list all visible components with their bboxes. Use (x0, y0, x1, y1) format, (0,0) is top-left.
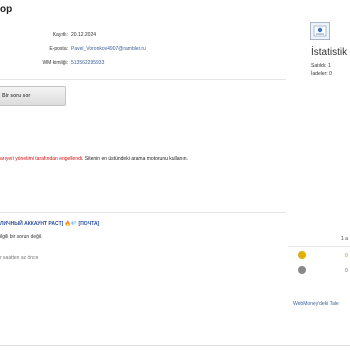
question-text: ilgili bir sorun değil. (0, 234, 43, 240)
divider (0, 212, 286, 213)
page-title: op (0, 4, 13, 15)
wmid-label: WM kimliği: (42, 60, 68, 66)
email-link[interactable]: Pavel_Voronkov4907@rambler.ru (71, 46, 146, 52)
divider (0, 79, 286, 80)
webmoney-link[interactable]: WebMoney'deki Tale (293, 301, 339, 307)
sold-label: Satıldı: (311, 63, 327, 69)
email-row: E-posta: Pavel_Voronkov4907@rambler.ru (0, 46, 146, 52)
registered-value: 20.12.2024 (71, 32, 97, 38)
question-count: 1 a (341, 236, 348, 242)
positive-feedback-count: 0 (345, 253, 348, 259)
wmid-link[interactable]: 513562295933 (71, 60, 104, 66)
refunds-row: İadeler: 0 (311, 71, 332, 77)
question-title-line[interactable]: ЛИЧНЫЙ АККАУНТ PACT] 🔥💎 [ПОЧТА] (0, 221, 99, 227)
refunds-label: İadeler: (311, 71, 328, 77)
question-time: r saatten az önce (0, 255, 39, 261)
email-label: E-posta: (49, 46, 68, 52)
negative-feedback-count: 0 (345, 268, 348, 274)
blocked-notice: arıyeri yönetimi tarafından engellendi. … (0, 156, 188, 162)
notice-red-text: arıyeri yönetimi tarafından engellendi (0, 156, 82, 162)
sold-row: Satıldı: 1 (311, 63, 331, 69)
sold-value: 1 (327, 63, 331, 69)
registered-row: Kayıtlı: 20.12.2024 (0, 32, 96, 38)
statistics-icon (310, 22, 330, 40)
notice-black-text: . Sitenin en üstündeki arama motorunu ku… (82, 156, 188, 162)
registered-label: Kayıtlı: (52, 32, 68, 38)
refunds-value: 0 (329, 71, 332, 77)
statistics-icon-graphic (313, 25, 327, 37)
question-title[interactable]: ЛИЧНЫЙ АККАУНТ PACT] (0, 221, 63, 227)
statistics-title: İstatistik (311, 47, 348, 58)
negative-feedback-icon (298, 266, 306, 274)
ask-question-button[interactable]: Bir soru sor (0, 86, 66, 106)
wmid-row: WM kimliği: 513562295933 (0, 60, 104, 66)
positive-feedback-icon (298, 251, 306, 259)
question-emoji: 🔥💎 (64, 221, 78, 227)
bottom-divider (0, 345, 350, 346)
sidebar-divider (288, 246, 350, 247)
mail-tag[interactable]: [ПОЧТА] (79, 221, 100, 227)
